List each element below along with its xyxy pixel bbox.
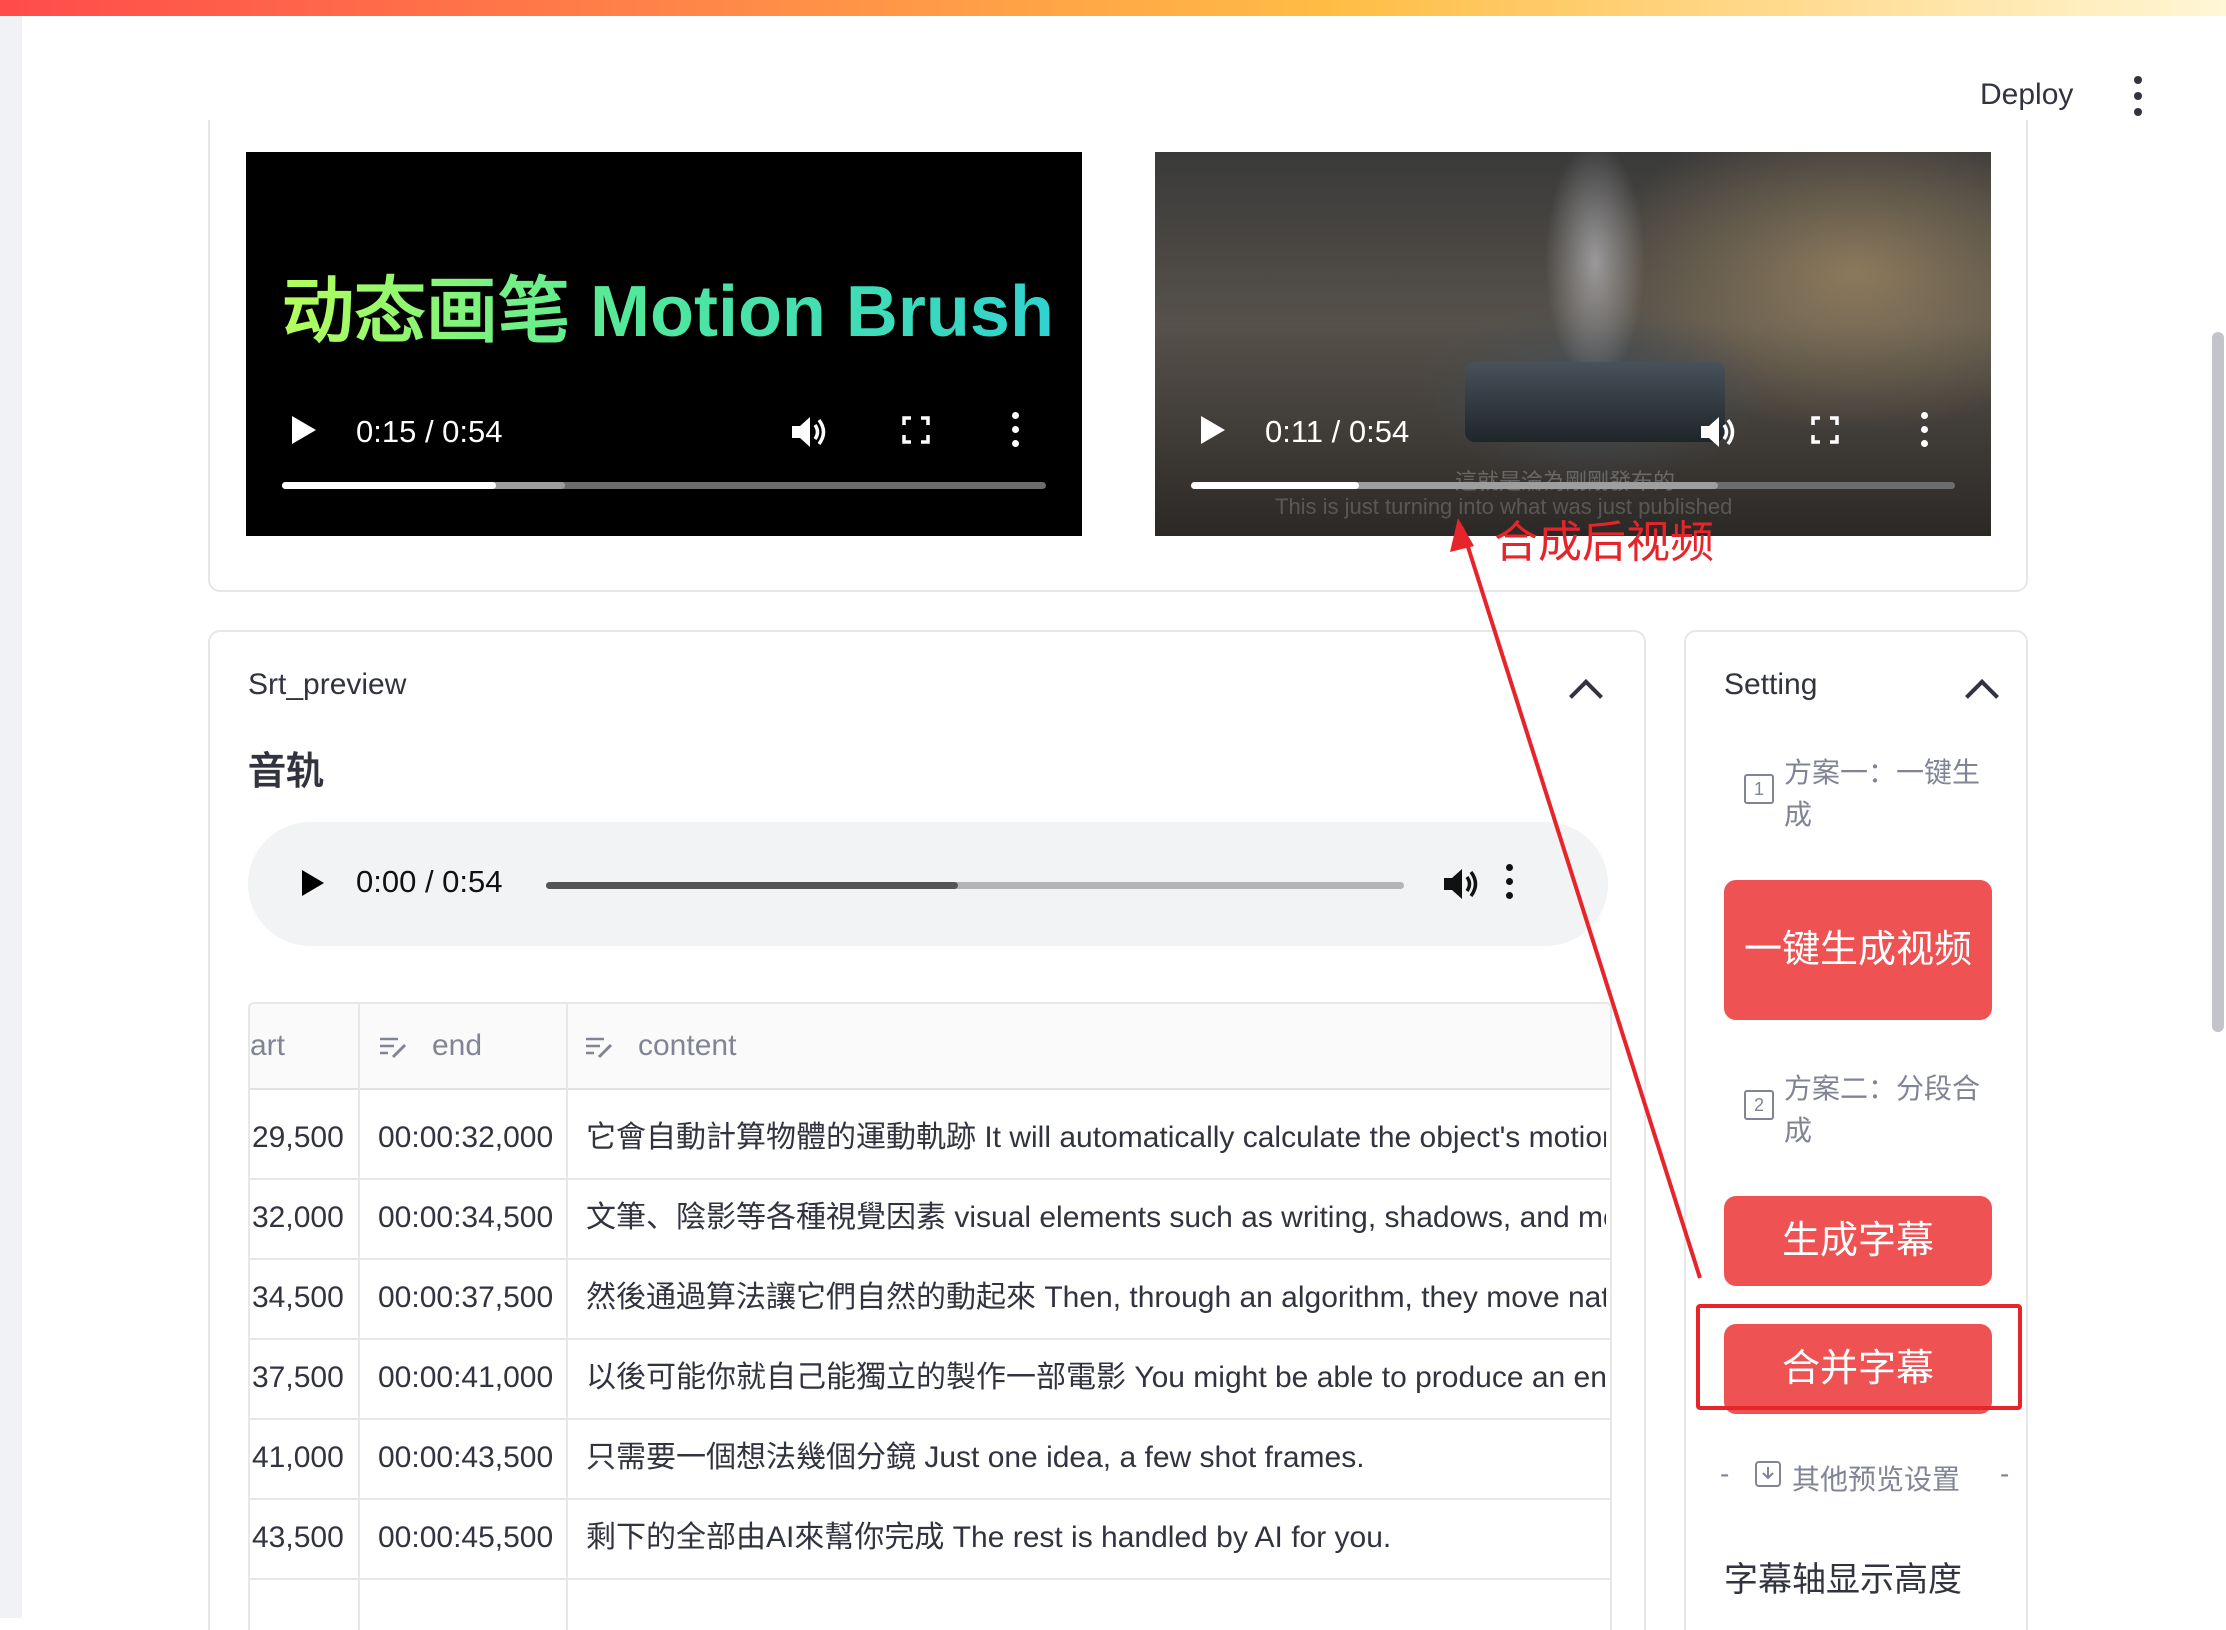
table-cell-start[interactable]: 37,500 <box>252 1338 352 1418</box>
table-cell-start[interactable]: 29,500 <box>252 1098 352 1178</box>
deploy-button[interactable]: Deploy <box>1980 78 2073 112</box>
divider-dash: - <box>2000 1458 2010 1489</box>
generate-video-button[interactable]: 一键生成视频 <box>1724 880 1992 1020</box>
setting-expander: Setting 1 方案一：一键生成 一键生成视频 2 方案二：分段合成 生成字… <box>1684 630 2028 1630</box>
audio-seek-bar[interactable] <box>546 882 1404 889</box>
step2-label: 方案二：分段合成 <box>1784 1073 1981 1146</box>
step-number-icon: 2 <box>1744 1090 1774 1120</box>
table-cell-end[interactable]: 00:00:32,000 <box>378 1098 558 1178</box>
video-time: 0:11 / 0:54 <box>1265 414 1410 449</box>
sidebar-collapsed-strip <box>0 16 22 1618</box>
audio-progress <box>546 882 958 889</box>
chevron-up-icon[interactable] <box>1965 679 1999 713</box>
fullscreen-icon[interactable] <box>1811 416 1839 444</box>
srt-preview-expander: Srt_preview 音轨 0:00 / 0:54 art end conte… <box>208 630 1646 1630</box>
top-decoration-bar <box>0 0 2226 16</box>
table-cell-start[interactable]: 32,000 <box>252 1178 352 1258</box>
audio-player[interactable]: 0:00 / 0:54 <box>248 822 1608 946</box>
setting-title[interactable]: Setting <box>1724 668 1817 702</box>
video-seek-bar[interactable] <box>282 482 1046 489</box>
table-cell-start[interactable]: 34,500 <box>252 1258 352 1338</box>
table-row[interactable]: 29,500 00:00:32,000 它會自動計算物體的運動軌跡 It will … <box>250 1098 1610 1180</box>
table-cell-end[interactable]: 00:00:41,000 <box>378 1338 558 1418</box>
step1-label: 方案一：一键生成 <box>1784 757 1981 830</box>
table-cell-end[interactable]: 00:00:34,500 <box>378 1178 558 1258</box>
table-row[interactable]: 41,000 00:00:43,500 只需要一個想法幾個分鏡 Just one i… <box>250 1418 1610 1500</box>
merged-video-player[interactable]: 這就是淪為剛剛發布的 This is just turning into wha… <box>1155 152 1991 536</box>
annotation-highlight-box <box>1696 1304 2022 1410</box>
video-overlay-text: 动态画笔 Motion Brush <box>282 252 1054 357</box>
table-cell-content[interactable]: 文筆、陰影等各種視覺因素 visual elements such as wri… <box>586 1178 1606 1258</box>
video-frame-smoke <box>1505 152 1685 372</box>
table-cell-content[interactable]: 只需要一個想法幾個分鏡 Just one idea, a few shot fr… <box>586 1418 1606 1498</box>
table-cell-end[interactable]: 00:00:43,500 <box>378 1418 558 1498</box>
video-time: 0:15 / 0:54 <box>356 414 503 449</box>
edit-column-icon <box>586 1037 613 1059</box>
table-cell-start[interactable]: 41,000 <box>252 1418 352 1498</box>
divider-dash: - <box>1720 1458 1730 1489</box>
step-number-icon: 1 <box>1744 774 1774 804</box>
video-progress <box>1191 482 1360 489</box>
video-options-icon[interactable] <box>1921 412 1929 452</box>
section-heading: 音轨 <box>248 751 325 793</box>
play-icon[interactable] <box>302 870 324 896</box>
table-cell-start[interactable]: 43,500 <box>252 1498 352 1578</box>
generate-subtitles-button[interactable]: 生成字幕 <box>1724 1196 1992 1286</box>
column-header-end[interactable]: end <box>432 1004 482 1088</box>
subtitle-height-label: 字幕轴显示高度 <box>1724 1561 1962 1599</box>
download-icon <box>1755 1461 1781 1487</box>
volume-icon[interactable] <box>1442 866 1482 902</box>
main-menu-icon[interactable] <box>2126 76 2150 120</box>
table-cell-content[interactable]: 它會自動計算物體的運動軌跡 It will automatically calc… <box>586 1098 1606 1178</box>
table-row[interactable]: 32,000 00:00:34,500 文筆、陰影等各種視覺因素 visual el… <box>250 1178 1610 1260</box>
table-cell-content[interactable]: 然後通過算法讓它們自然的動起來 Then, through an algorit… <box>586 1258 1606 1338</box>
annotation-label: 合成后视频 <box>1494 518 1714 567</box>
video-controls: 0:15 / 0:54 <box>246 402 1082 462</box>
video-options-icon[interactable] <box>1012 412 1020 452</box>
table-row[interactable]: 34,500 00:00:37,500 然後通過算法讓它們自然的動起來 Then, … <box>250 1258 1610 1340</box>
other-settings-label: 其他预览设置 <box>1792 1464 1961 1495</box>
video-progress <box>282 482 496 489</box>
audio-options-icon[interactable] <box>1506 864 1514 904</box>
page-scrollbar[interactable] <box>2212 332 2224 1032</box>
srt-preview-title[interactable]: Srt_preview <box>248 668 406 702</box>
play-icon[interactable] <box>292 416 316 444</box>
source-video-player[interactable]: 动态画笔 Motion Brush 0:15 / 0:54 <box>246 152 1082 536</box>
table-cell-content[interactable]: 剩下的全部由AI來幫你完成 The rest is handled by AI … <box>586 1498 1606 1578</box>
edit-column-icon <box>380 1037 407 1059</box>
table-cell-content[interactable]: 以後可能你就自己能獨立的製作一部電影 You might be able to … <box>586 1338 1606 1418</box>
play-icon[interactable] <box>1201 416 1225 444</box>
table-header: art end content <box>250 1004 1610 1090</box>
audio-time: 0:00 / 0:54 <box>356 864 503 899</box>
burned-subtitle-line1: 這就是淪為剛剛發布的 <box>1455 464 1675 496</box>
volume-icon[interactable] <box>790 414 830 450</box>
column-header-content[interactable]: content <box>638 1004 736 1088</box>
fullscreen-icon[interactable] <box>902 416 930 444</box>
srt-data-table[interactable]: art end content 29,500 00:00:32,000 它會自動計算… <box>248 1002 1612 1630</box>
table-cell-end[interactable]: 00:00:45,500 <box>378 1498 558 1578</box>
video-controls: 0:11 / 0:54 <box>1155 402 1991 462</box>
volume-icon[interactable] <box>1699 414 1739 450</box>
column-header-start[interactable]: art <box>250 1004 285 1088</box>
chevron-up-icon[interactable] <box>1569 679 1603 713</box>
table-row[interactable]: 43,500 00:00:45,500 剩下的全部由AI來幫你完成 The rest… <box>250 1498 1610 1580</box>
table-row[interactable]: 37,500 00:00:41,000 以後可能你就自己能獨立的製作一部電影 You… <box>250 1338 1610 1420</box>
table-cell-end[interactable]: 00:00:37,500 <box>378 1258 558 1338</box>
video-seek-bar[interactable] <box>1191 482 1955 489</box>
